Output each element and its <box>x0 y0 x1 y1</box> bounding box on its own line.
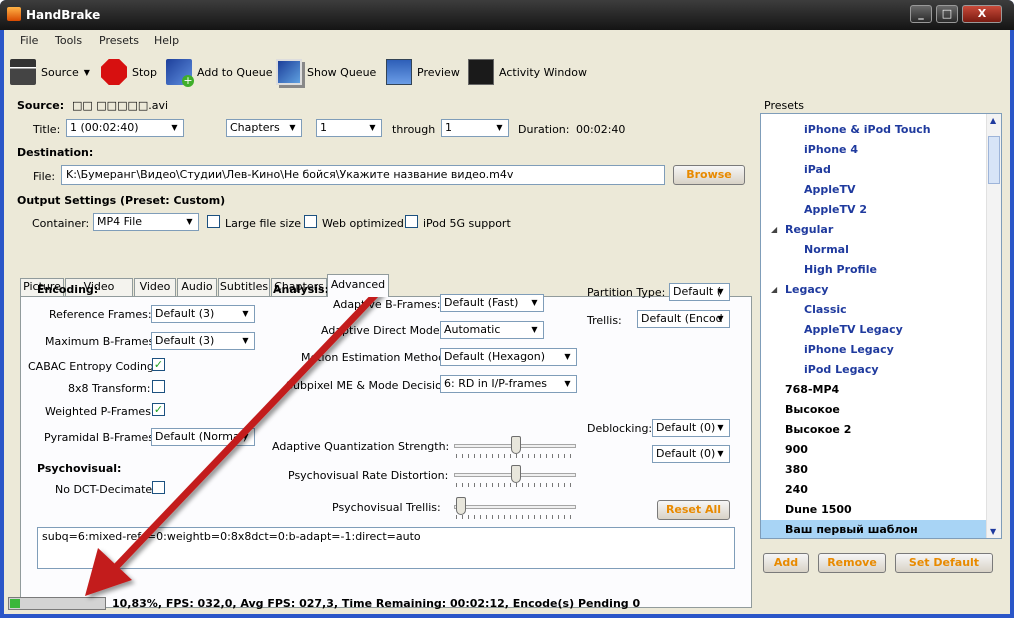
tab-advanced[interactable]: Advanced <box>327 274 389 297</box>
app-window: HandBrake _ □ X File Tools Presets Help … <box>0 0 1014 618</box>
annotation-arrow <box>85 287 383 596</box>
red-arrow-icon <box>85 287 383 596</box>
